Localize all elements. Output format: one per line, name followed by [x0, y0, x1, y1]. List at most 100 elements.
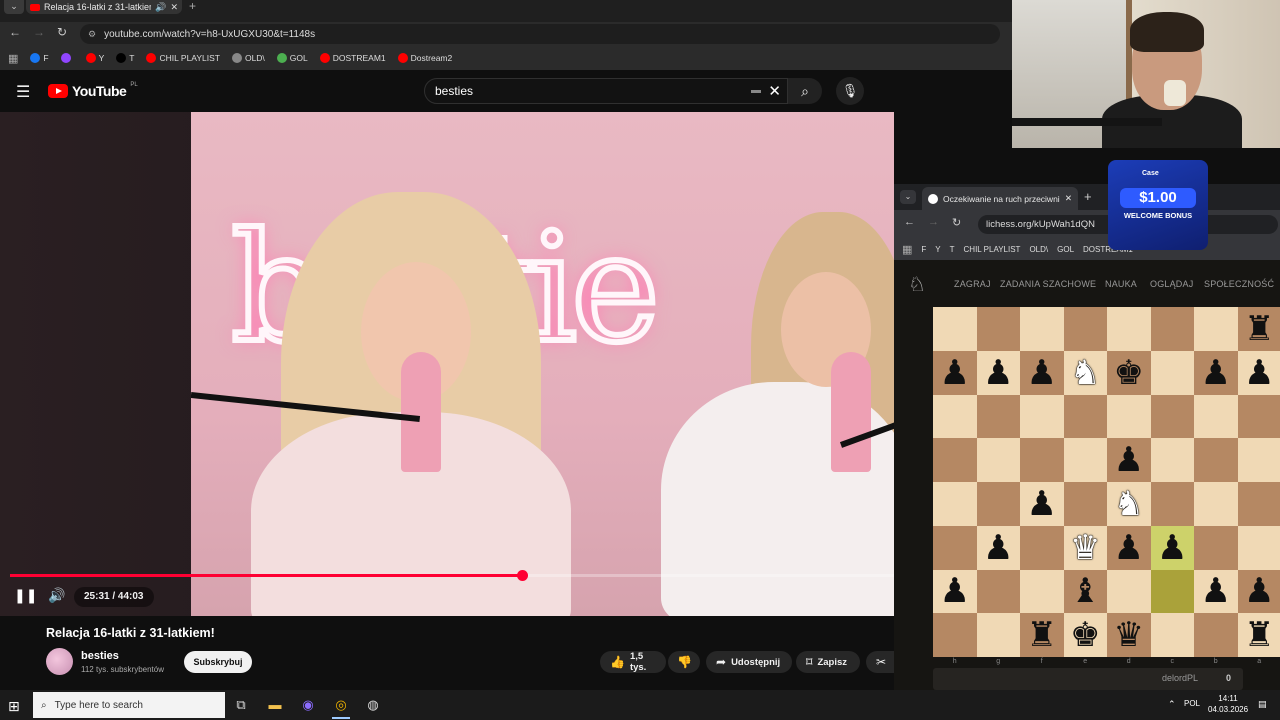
board-square[interactable] — [1107, 394, 1151, 439]
board-square[interactable]: ♟ — [1194, 350, 1238, 395]
clear-search-icon[interactable]: ✕ — [768, 82, 781, 100]
board-square[interactable] — [1063, 482, 1107, 526]
board-square[interactable]: ♟ — [976, 525, 1020, 570]
black-pawn-icon[interactable]: ♟ — [1114, 443, 1144, 477]
board-square[interactable] — [1150, 307, 1194, 351]
black-pawn-icon[interactable]: ♟ — [1201, 574, 1231, 608]
lichess-logo-icon[interactable]: ♘ — [908, 272, 926, 297]
board-square[interactable]: ♟ — [933, 350, 977, 395]
board-square[interactable]: ♟ — [1107, 438, 1151, 482]
bookmark-item[interactable]: Dostream2 — [397, 53, 452, 63]
board-square[interactable]: ♚ — [1107, 350, 1151, 395]
white-knight-icon[interactable]: ♞ — [1114, 487, 1144, 521]
black-pawn-icon[interactable]: ♟ — [940, 574, 970, 608]
board-square[interactable] — [976, 394, 1020, 439]
board-square[interactable]: ♛ — [1063, 525, 1107, 570]
black-queen-icon[interactable]: ♛ — [1114, 618, 1144, 652]
board-square[interactable]: ♟ — [1107, 525, 1151, 570]
board-square[interactable] — [1063, 394, 1107, 439]
board-square[interactable] — [1194, 307, 1238, 351]
black-pawn-icon[interactable]: ♟ — [1027, 356, 1057, 390]
board-square[interactable] — [976, 438, 1020, 482]
bookmark-item[interactable] — [60, 53, 74, 63]
board-square[interactable]: ♜ — [1020, 613, 1064, 657]
board-square[interactable] — [1194, 482, 1238, 526]
tab-close-icon[interactable]: ✕ — [170, 2, 178, 13]
black-king-icon[interactable]: ♚ — [1070, 618, 1100, 652]
pause-icon[interactable]: ❚❚ — [14, 587, 37, 604]
bookmark-item[interactable]: GOL — [276, 53, 308, 63]
board-square[interactable] — [1150, 613, 1194, 657]
notifications-icon[interactable]: ▤ — [1258, 699, 1267, 710]
board-square[interactable]: ♟ — [976, 350, 1020, 395]
board-square[interactable]: ♟ — [1020, 350, 1064, 395]
black-pawn-icon[interactable]: ♟ — [983, 356, 1013, 390]
video-frame[interactable]: bestie — [191, 112, 894, 616]
bookmark-item[interactable]: T — [950, 245, 955, 254]
tab-search-menu-button[interactable]: ⌄ — [900, 190, 916, 204]
bookmark-item[interactable]: T — [116, 53, 134, 63]
white-knight-icon[interactable]: ♞ — [1070, 356, 1100, 390]
apps-grid-icon[interactable]: ▦ — [8, 52, 18, 65]
back-arrow-icon[interactable]: ← — [9, 25, 21, 39]
tab-search-menu-button[interactable]: ⌄ — [4, 0, 24, 14]
bookmark-item[interactable]: F — [921, 245, 926, 254]
board-square[interactable]: ♟ — [1194, 569, 1238, 614]
board-square[interactable] — [1150, 350, 1194, 395]
bookmark-item[interactable]: OLD\ — [1029, 245, 1048, 254]
task-view-icon[interactable]: ⧉ — [232, 696, 250, 714]
volume-icon[interactable]: 🔊 — [48, 587, 65, 604]
board-square[interactable] — [1194, 394, 1238, 439]
bookmark-item[interactable]: CHIL PLAYLIST — [146, 53, 220, 63]
browser-tab-lichess[interactable]: Oczekiwanie na ruch przeciwnik ✕ — [922, 187, 1078, 210]
bookmark-item[interactable]: GOL — [1057, 245, 1074, 254]
bookmark-item[interactable]: CHIL PLAYLIST — [964, 245, 1021, 254]
board-square[interactable] — [933, 525, 977, 570]
forward-arrow-icon[interactable]: → — [33, 25, 45, 39]
url-field[interactable]: ⚙ youtube.com/watch?v=h8-UxUGXU30&t=1148… — [80, 24, 1000, 44]
channel-name[interactable]: besties — [81, 650, 119, 662]
voice-search-mic-icon[interactable]: 🎙 — [836, 77, 864, 105]
nav-puzzles[interactable]: ZADANIA SZACHOWE — [1000, 279, 1096, 289]
board-square[interactable] — [1063, 438, 1107, 482]
reload-icon[interactable]: ↻ — [57, 25, 67, 39]
board-square[interactable] — [1237, 438, 1280, 482]
board-square[interactable]: ♜ — [1237, 307, 1280, 351]
board-square[interactable] — [1194, 613, 1238, 657]
board-square[interactable]: ♚ — [1063, 613, 1107, 657]
board-square[interactable] — [933, 307, 977, 351]
board-square[interactable]: ♟ — [1237, 569, 1280, 614]
menu-icon[interactable]: ☰ — [16, 82, 30, 102]
search-input[interactable]: besties ▬ ✕ — [424, 78, 788, 104]
youtube-logo[interactable]: YouTube PL — [48, 82, 138, 99]
share-button[interactable]: ➦ Udostępnij — [706, 651, 792, 673]
discord-icon[interactable]: ◉ — [299, 696, 317, 714]
board-square[interactable] — [933, 613, 977, 657]
board-square[interactable] — [1150, 482, 1194, 526]
apps-grid-icon[interactable]: ▦ — [902, 243, 912, 256]
board-square[interactable] — [1107, 307, 1151, 351]
black-rook-icon[interactable]: ♜ — [1244, 618, 1274, 652]
chevron-up-icon[interactable]: ⌃ — [1168, 699, 1176, 710]
taskbar-search-input[interactable]: ⌕ Type here to search — [33, 692, 225, 718]
keyboard-icon[interactable]: ▬ — [751, 85, 761, 96]
black-pawn-icon[interactable]: ♟ — [1114, 531, 1144, 565]
bookmark-item[interactable]: F — [30, 53, 49, 63]
chess-board[interactable]: ♜ ♟ ♟ ♟ ♞ ♚ ♟ ♟ ♟ ♟ ♞ ♟ ♛ ♟ ♟ ♟ ♝ ♟ ♟ ♜ ♚ ♛ ♜ — [933, 307, 1280, 657]
board-square[interactable]: ♛ — [1107, 613, 1151, 657]
board-square[interactable]: ♟ — [1237, 350, 1280, 395]
board-square[interactable] — [1150, 438, 1194, 482]
new-tab-button[interactable]: + — [189, 0, 196, 12]
board-square[interactable]: ♝ — [1063, 569, 1107, 614]
bookmark-item[interactable]: OLD\ — [231, 53, 265, 63]
language-indicator[interactable]: POL — [1184, 699, 1200, 708]
board-square[interactable]: ♟ — [1150, 525, 1194, 570]
board-square[interactable]: ♟ — [1020, 482, 1064, 526]
save-button[interactable]: ⌑ Zapisz — [796, 651, 860, 673]
board-square[interactable] — [1237, 394, 1280, 439]
subscribe-button[interactable]: Subskrybuj — [184, 651, 252, 673]
bookmark-item[interactable]: Y — [85, 53, 104, 63]
search-button[interactable]: ⌕ — [788, 78, 822, 104]
board-square[interactable] — [1063, 307, 1107, 351]
board-square[interactable] — [976, 482, 1020, 526]
